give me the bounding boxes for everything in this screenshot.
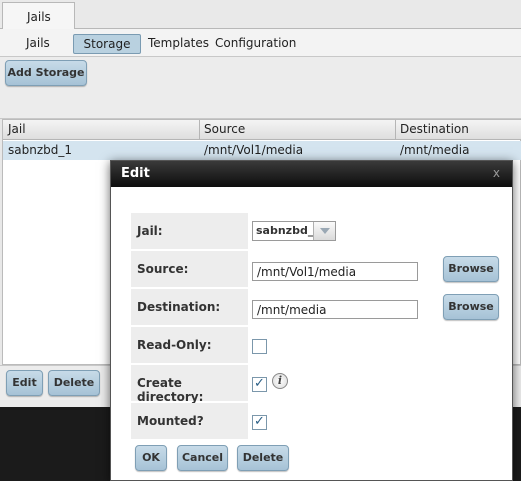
mounted-checkbox[interactable]: ✓ — [252, 415, 267, 430]
dialog-delete-button[interactable]: Delete — [237, 445, 289, 471]
delete-button[interactable]: Delete — [48, 370, 100, 396]
add-storage-button[interactable]: Add Storage — [5, 60, 87, 86]
jail-label-cell: Jail: — [131, 213, 248, 249]
column-header-source[interactable]: Source — [204, 122, 245, 136]
sub-navigation: Jails Storage Templates Configuration — [0, 29, 521, 57]
edit-dialog: Edit x Jail: sabnzbd_1 Source: Browse De… — [110, 160, 513, 481]
createdir-row: Create directory: ✓ i — [131, 365, 504, 404]
mounted-value-cell: ✓ — [248, 403, 504, 439]
tab-strip: Jails — [0, 0, 521, 30]
mounted-row: Mounted? ✓ — [131, 403, 504, 440]
readonly-label-cell: Read-Only: — [131, 327, 248, 363]
table-row[interactable]: sabnzbd_1 /mnt/Vol1/media /mnt/media — [3, 141, 521, 160]
subnav-configuration[interactable]: Configuration — [215, 34, 296, 54]
cell-jail: sabnzbd_1 — [8, 143, 72, 157]
dialog-title-bar[interactable]: Edit x — [111, 161, 512, 187]
source-input[interactable] — [252, 262, 418, 281]
jail-value-cell: sabnzbd_1 — [248, 213, 504, 249]
dialog-title: Edit — [121, 166, 150, 181]
createdir-label: Create directory: — [137, 376, 204, 404]
readonly-value-cell — [248, 327, 504, 363]
source-value-cell: Browse — [248, 251, 504, 287]
column-header-jail[interactable]: Jail — [8, 122, 26, 136]
source-label-cell: Source: — [131, 251, 248, 287]
close-icon[interactable]: x — [493, 166, 500, 180]
check-icon: ✓ — [254, 376, 265, 391]
grid-header: Jail Source Destination — [3, 120, 521, 140]
column-divider[interactable] — [199, 120, 200, 140]
mounted-label: Mounted? — [137, 414, 204, 428]
readonly-row: Read-Only: — [131, 327, 504, 364]
readonly-label: Read-Only: — [137, 338, 212, 352]
jail-row: Jail: sabnzbd_1 — [131, 213, 504, 250]
destination-value-cell: Browse — [248, 289, 504, 325]
cell-destination: /mnt/media — [400, 143, 470, 157]
ok-button[interactable]: OK — [135, 445, 167, 471]
destination-browse-button[interactable]: Browse — [443, 294, 499, 320]
destination-row: Destination: Browse — [131, 289, 504, 326]
source-browse-button[interactable]: Browse — [443, 256, 499, 282]
column-header-destination[interactable]: Destination — [400, 122, 469, 136]
jail-select-value: sabnzbd_1 — [256, 224, 321, 237]
createdir-checkbox[interactable]: ✓ — [252, 377, 267, 392]
subnav-jails[interactable]: Jails — [26, 34, 50, 54]
destination-label-cell: Destination: — [131, 289, 248, 325]
readonly-checkbox[interactable] — [252, 339, 267, 354]
subnav-storage[interactable]: Storage — [73, 34, 141, 54]
createdir-value-cell: ✓ i — [248, 365, 504, 401]
createdir-label-cell: Create directory: — [131, 365, 248, 404]
check-icon: ✓ — [254, 414, 265, 429]
cell-source: /mnt/Vol1/media — [204, 143, 304, 157]
destination-label: Destination: — [137, 300, 221, 314]
source-label: Source: — [137, 262, 189, 276]
chevron-down-icon[interactable] — [313, 222, 335, 240]
cancel-button[interactable]: Cancel — [177, 445, 228, 471]
tab-jails-label: Jails — [27, 10, 51, 24]
info-icon[interactable]: i — [272, 373, 288, 389]
jail-label: Jail: — [137, 224, 163, 238]
toolbar: Add Storage — [0, 57, 521, 119]
source-row: Source: Browse — [131, 251, 504, 288]
destination-input[interactable] — [252, 300, 418, 319]
column-divider[interactable] — [395, 120, 396, 140]
tab-jails[interactable]: Jails — [2, 2, 75, 30]
mounted-label-cell: Mounted? — [131, 403, 248, 439]
subnav-templates[interactable]: Templates — [148, 34, 209, 54]
jail-select[interactable]: sabnzbd_1 — [252, 221, 336, 241]
edit-button[interactable]: Edit — [6, 370, 43, 396]
